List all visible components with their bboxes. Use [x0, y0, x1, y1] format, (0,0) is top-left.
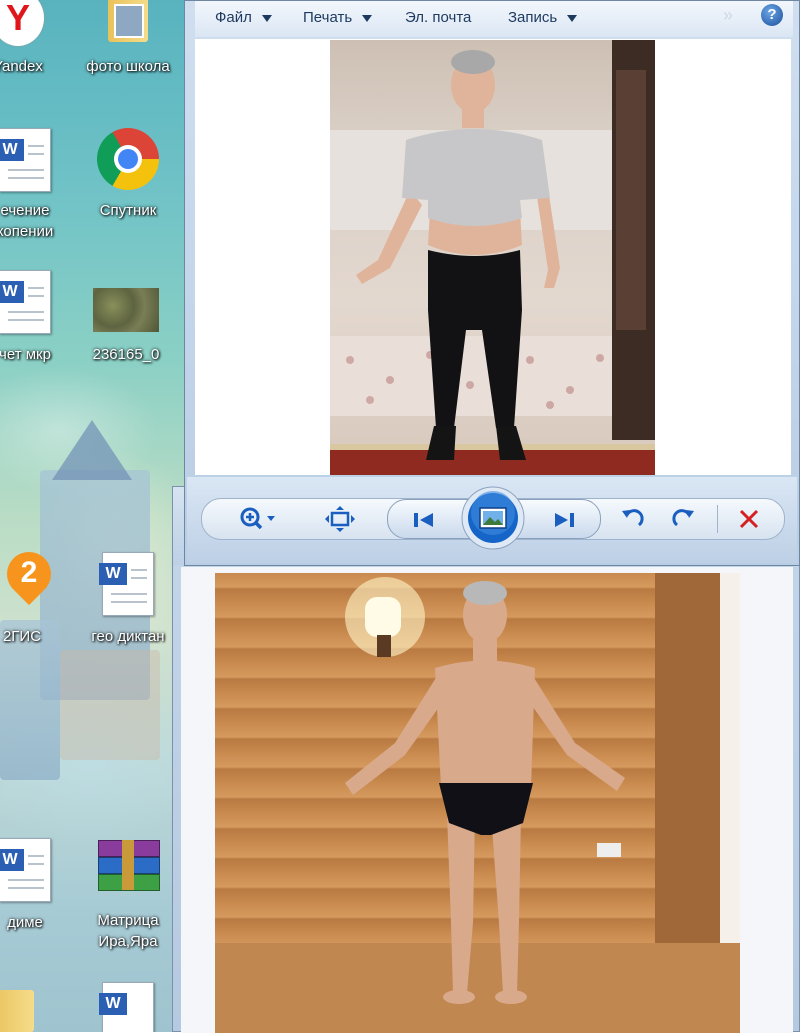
chrome-icon — [97, 128, 159, 190]
next-button[interactable] — [549, 507, 579, 533]
delete-button[interactable] — [735, 505, 763, 533]
image-canvas — [195, 39, 791, 475]
2gis-pin-icon: 2 — [0, 542, 61, 612]
menu-burn[interactable]: Запись — [508, 9, 578, 26]
icon-label: 2ГИС — [2, 628, 42, 645]
menu-label: Печать — [303, 9, 353, 26]
menu-print[interactable]: Печать — [303, 9, 373, 26]
slideshow-icon — [461, 486, 525, 550]
desktop-icon-partial-word[interactable]: W — [98, 982, 158, 1032]
icon-label: фото школа — [86, 58, 170, 75]
badge: 2 — [20, 556, 38, 589]
rotate-counterclockwise-button[interactable] — [619, 505, 647, 533]
zoom-button[interactable] — [237, 505, 281, 533]
photo-viewer-window[interactable]: Файл Печать Эл. почта Запись » ? — [184, 0, 800, 566]
photo-viewer-window-2[interactable] — [172, 486, 800, 1033]
wallpaper-house — [60, 650, 160, 760]
chevron-down-icon — [261, 14, 272, 22]
overflow-chevron-icon[interactable]: » — [723, 5, 733, 26]
wallpaper-roof — [52, 420, 132, 480]
menu-label: Файл — [215, 9, 252, 26]
menu-file[interactable]: Файл — [215, 9, 272, 26]
rotate-ccw-icon — [622, 509, 644, 527]
previous-button[interactable] — [409, 507, 439, 533]
rotate-clockwise-button[interactable] — [669, 505, 697, 533]
desktop-icon-partial[interactable] — [0, 990, 34, 1032]
word-document-icon: W — [0, 128, 51, 192]
icon-label: гео диктан — [91, 628, 165, 645]
help-icon[interactable]: ? — [761, 4, 783, 26]
icon-label: Yandex — [0, 58, 43, 75]
icon-label: чет мкр — [0, 346, 51, 363]
word-document-icon: W — [0, 838, 51, 902]
menu-label: Эл. почта — [405, 9, 472, 26]
next-icon — [555, 513, 574, 527]
fit-window-icon — [325, 506, 355, 532]
photo-man-standing-in-room — [330, 40, 655, 475]
word-document-icon: W — [99, 552, 154, 616]
menu-bar: Файл Печать Эл. почта Запись » ? — [195, 1, 793, 37]
menu-label: Запись — [508, 9, 558, 26]
toolbar-divider — [717, 505, 718, 533]
delete-icon — [739, 509, 759, 529]
word-document-icon: W — [0, 270, 51, 334]
folder-icon — [104, 0, 152, 44]
icon-label: Спутник — [99, 202, 157, 219]
icon-label: диме — [7, 914, 43, 931]
menu-email[interactable]: Эл. почта — [405, 9, 471, 26]
chevron-down-icon — [567, 14, 578, 22]
icon-label: Матрица Ира,Яра — [97, 912, 159, 950]
icon-label: 236165_0 — [92, 346, 160, 363]
viewer-toolbar — [187, 477, 797, 563]
winrar-archive-icon — [98, 840, 160, 892]
previous-icon — [414, 513, 433, 527]
slideshow-button[interactable] — [460, 485, 526, 551]
fit-window-button[interactable] — [323, 505, 357, 533]
chevron-down-icon — [362, 14, 373, 22]
image-thumbnail-icon — [93, 288, 159, 332]
icon-label: ечение копении — [0, 202, 54, 240]
yandex-icon: Y — [0, 0, 44, 46]
rotate-cw-icon — [672, 509, 694, 527]
zoom-icon — [240, 507, 275, 530]
image-canvas-2 — [181, 567, 793, 1033]
photo-man-standing-in-sauna — [215, 573, 740, 1033]
